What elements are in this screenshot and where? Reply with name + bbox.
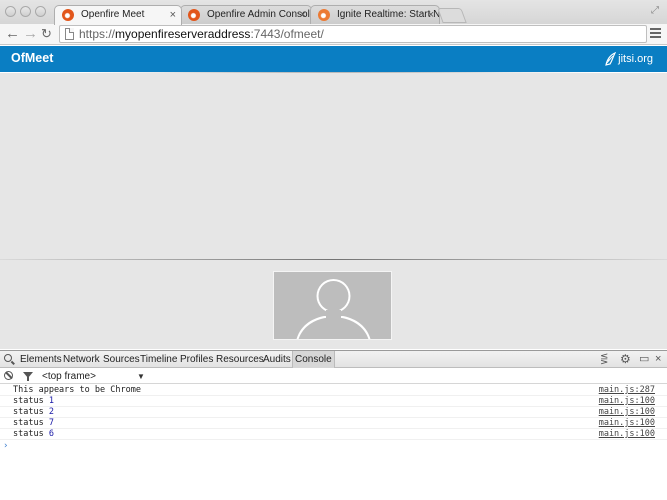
frame-dropdown-arrow-icon[interactable]: ▼ bbox=[137, 369, 145, 384]
tab-ignite-realtime[interactable]: Ignite Realtime: Start New × bbox=[310, 5, 440, 25]
console-message: status 2 main.js:100 bbox=[0, 407, 667, 418]
tab-label: Openfire Meet bbox=[81, 9, 145, 20]
video-stage bbox=[0, 73, 667, 349]
message-text: status bbox=[13, 407, 49, 417]
source-link[interactable]: main.js:287 bbox=[599, 385, 655, 395]
page-icon bbox=[65, 28, 74, 40]
forward-icon[interactable]: → bbox=[23, 25, 38, 42]
source-link[interactable]: main.js:100 bbox=[599, 396, 655, 406]
tab-network[interactable]: Network bbox=[63, 351, 100, 368]
clear-console-icon[interactable] bbox=[4, 371, 13, 380]
filter-icon[interactable] bbox=[23, 372, 33, 381]
tab-openfire-meet[interactable]: Openfire Meet × bbox=[54, 5, 182, 25]
tab-audits[interactable]: Audits bbox=[263, 351, 291, 368]
tab-timeline[interactable]: Timeline bbox=[140, 351, 177, 368]
close-window-button[interactable] bbox=[5, 6, 16, 17]
url-scheme: https:// bbox=[79, 27, 116, 41]
brand-text: jitsi.org bbox=[618, 53, 653, 65]
fullscreen-icon[interactable]: ⤢ bbox=[651, 5, 659, 16]
tab-elements[interactable]: Elements bbox=[20, 351, 62, 368]
frame-selector[interactable]: <top frame> bbox=[42, 369, 96, 384]
console-log: This appears to be Chrome main.js:287 st… bbox=[0, 385, 667, 440]
openfire-favicon-icon bbox=[62, 9, 74, 21]
ignite-favicon-icon bbox=[318, 9, 330, 21]
close-devtools-icon[interactable]: × bbox=[655, 353, 661, 366]
source-link[interactable]: main.js:100 bbox=[599, 407, 655, 417]
message-value: 7 bbox=[48, 418, 54, 428]
devtools-panel: Elements Network Sources Timeline Profil… bbox=[0, 350, 667, 500]
app-title: OfMeet bbox=[11, 51, 54, 65]
message-value: 2 bbox=[48, 407, 54, 417]
console-message: status 1 main.js:100 bbox=[0, 396, 667, 407]
tab-resources[interactable]: Resources bbox=[216, 351, 264, 368]
message-text: status bbox=[13, 418, 49, 428]
reload-icon[interactable]: ↻ bbox=[41, 25, 52, 42]
message-text: status bbox=[13, 429, 49, 439]
participant-thumbnail[interactable] bbox=[273, 271, 392, 340]
address-bar[interactable]: https://myopenfireserveraddress:7443/ofm… bbox=[59, 25, 647, 43]
browser-toolbar: ← → ↻ https://myopenfireserveraddress:74… bbox=[0, 24, 667, 45]
console-prompt[interactable]: › bbox=[3, 441, 8, 451]
console-message: status 6 main.js:100 bbox=[0, 429, 667, 440]
message-value: 6 bbox=[48, 429, 54, 439]
tab-strip: Openfire Meet × Openfire Admin Console: … bbox=[0, 0, 667, 25]
tab-label: Ignite Realtime: Start New bbox=[337, 9, 440, 20]
url-path: :7443/ofmeet/ bbox=[250, 27, 324, 41]
openfire-favicon-icon bbox=[188, 9, 200, 21]
console-message: status 7 main.js:100 bbox=[0, 418, 667, 429]
avatar-placeholder-icon bbox=[296, 279, 371, 339]
tab-openfire-admin[interactable]: Openfire Admin Console: S × bbox=[180, 5, 312, 25]
message-text: This appears to be Chrome bbox=[13, 385, 141, 395]
jitsi-logo-icon bbox=[605, 52, 617, 66]
settings-gear-icon[interactable]: ⚙ bbox=[620, 353, 631, 366]
message-text: status bbox=[13, 396, 49, 406]
menu-icon[interactable] bbox=[650, 26, 661, 39]
app-header: OfMeet jitsi.org bbox=[0, 46, 667, 72]
new-tab-button[interactable] bbox=[437, 8, 467, 23]
message-value: 1 bbox=[48, 396, 54, 406]
minimize-window-button[interactable] bbox=[20, 6, 31, 17]
tab-close-icon[interactable]: × bbox=[300, 6, 306, 24]
tab-sources[interactable]: Sources bbox=[103, 351, 140, 368]
inspect-search-icon[interactable] bbox=[4, 354, 12, 362]
console-filter-bar: <top frame> ▼ bbox=[0, 369, 667, 384]
source-link[interactable]: main.js:100 bbox=[599, 429, 655, 439]
source-link[interactable]: main.js:100 bbox=[599, 418, 655, 428]
tab-label: Openfire Admin Console: S bbox=[207, 9, 311, 20]
zoom-window-button[interactable] bbox=[35, 6, 46, 17]
dock-icon[interactable]: ▭ bbox=[639, 353, 649, 366]
tab-console[interactable]: Console bbox=[292, 351, 335, 368]
tab-close-icon[interactable]: × bbox=[170, 6, 176, 24]
jitsi-brand-link[interactable]: jitsi.org bbox=[604, 51, 653, 67]
back-icon[interactable]: ← bbox=[5, 25, 20, 42]
show-drawer-icon[interactable]: ⋚ bbox=[600, 353, 608, 366]
url-text: https://myopenfireserveraddress:7443/ofm… bbox=[79, 26, 324, 42]
devtools-tabbar: Elements Network Sources Timeline Profil… bbox=[0, 351, 667, 368]
stage-divider bbox=[0, 259, 667, 260]
tab-close-icon[interactable]: × bbox=[428, 6, 434, 24]
tab-profiles[interactable]: Profiles bbox=[180, 351, 213, 368]
url-host: myopenfireserveraddress bbox=[115, 27, 251, 41]
console-message: This appears to be Chrome main.js:287 bbox=[0, 385, 667, 396]
